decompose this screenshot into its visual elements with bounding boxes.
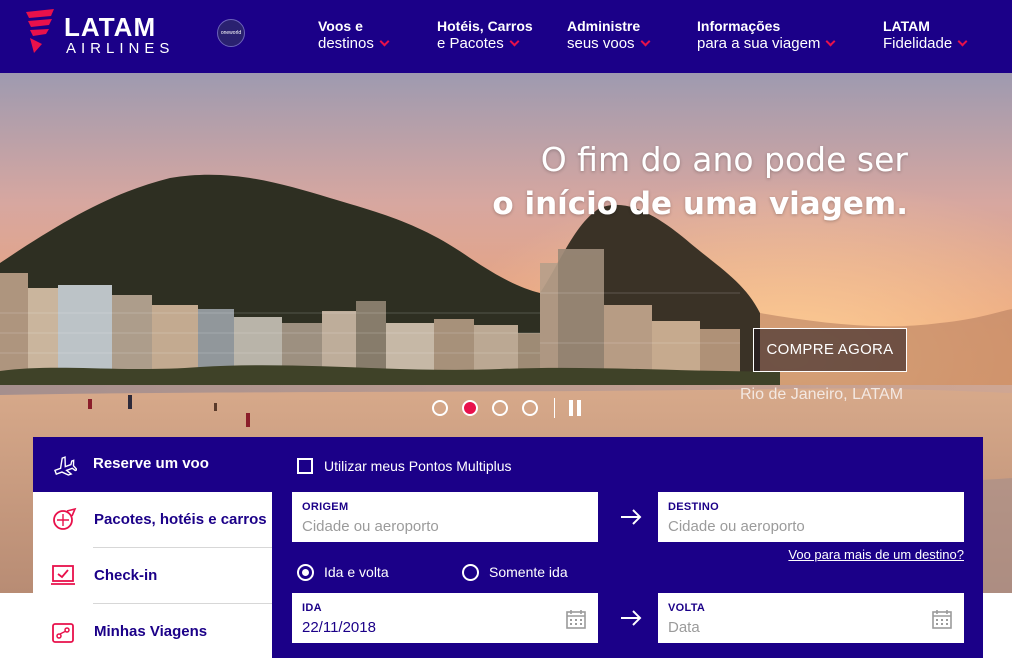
nav-label-line1: Hotéis, Carros: [437, 18, 533, 34]
destination-label: DESTINO: [668, 501, 719, 513]
calendar-icon[interactable]: [566, 609, 586, 629]
hero-headline-line1: O fim do ano pode ser: [540, 140, 908, 179]
nav-voos-destinos[interactable]: Voos e destinos: [318, 17, 390, 53]
calendar-icon[interactable]: [932, 609, 952, 629]
nav-label-line2: para a sua viagem: [697, 35, 821, 52]
pause-icon[interactable]: [568, 400, 584, 416]
tab-label: Check-in: [94, 567, 158, 584]
flight-search-form: Utilizar meus Pontos Multiplus ORIGEM Ci…: [272, 437, 983, 658]
origin-label: ORIGEM: [302, 501, 349, 513]
booking-tabs: Reserve um voo Pacotes, hotéis e carros …: [33, 437, 272, 658]
carousel-dot-3[interactable]: [492, 400, 508, 416]
depart-date-field[interactable]: IDA 22/11/2018: [292, 593, 598, 643]
chevron-down-icon: [957, 36, 968, 47]
tab-label: Minhas Viagens: [94, 623, 208, 640]
destination-input[interactable]: Cidade ou aeroporto: [668, 518, 805, 535]
nav-hoteis-carros-pacotes[interactable]: Hotéis, Carros e Pacotes: [437, 17, 533, 53]
nav-label-line2: e Pacotes: [437, 35, 504, 52]
origin-field[interactable]: ORIGEM Cidade ou aeroporto: [292, 492, 598, 542]
one-way-radio[interactable]: [462, 564, 479, 581]
airplane-icon: [54, 456, 77, 476]
destination-field[interactable]: DESTINO Cidade ou aeroporto: [658, 492, 964, 542]
checkin-icon: [51, 565, 75, 585]
nav-label-line1: LATAM: [883, 18, 930, 34]
tab-reserve-voo[interactable]: Reserve um voo: [33, 437, 272, 492]
arrow-right-icon: [621, 509, 642, 525]
tab-label: Pacotes, hotéis e carros: [94, 511, 267, 528]
one-way-label: Somente ida: [489, 564, 568, 580]
latam-logo-icon: [26, 9, 54, 53]
multi-destination-link[interactable]: Voo para mais de um destino?: [788, 547, 964, 562]
nav-latam-fidelidade[interactable]: LATAM Fidelidade: [883, 17, 968, 53]
nav-label-line1: Voos e: [318, 18, 363, 34]
multiplus-points-checkbox[interactable]: [297, 458, 313, 474]
depart-date-label: IDA: [302, 602, 322, 614]
nav-label-line2: Fidelidade: [883, 35, 953, 52]
round-trip-label: Ida e volta: [324, 564, 389, 580]
tab-pacotes-hoteis-carros[interactable]: Pacotes, hotéis e carros: [33, 492, 272, 548]
nav-label-line1: Administre: [567, 18, 641, 34]
nav-label-line2: destinos: [318, 35, 374, 52]
booking-tab-list: Pacotes, hotéis e carros Check-in Minhas…: [33, 492, 272, 658]
oneworld-logo[interactable]: oneworld: [217, 19, 245, 47]
carousel-divider: [554, 398, 555, 418]
compre-agora-button[interactable]: COMPRE AGORA: [753, 328, 907, 372]
tab-check-in[interactable]: Check-in: [33, 548, 272, 604]
package-icon: [53, 507, 77, 530]
chevron-down-icon: [640, 36, 650, 47]
carousel-dot-1[interactable]: [432, 400, 448, 416]
hero-headline-line2: o início de uma viagem.: [492, 186, 908, 222]
brand-name: LATAM: [64, 12, 157, 42]
brand-subtitle: AIRLINES: [66, 40, 175, 57]
carousel-dot-2[interactable]: [462, 400, 478, 416]
chevron-down-icon: [825, 36, 836, 47]
depart-date-input[interactable]: 22/11/2018: [302, 619, 376, 636]
nav-informacoes-viagem[interactable]: Informações para a sua viagem: [697, 17, 836, 53]
return-date-label: VOLTA: [668, 602, 706, 614]
arrow-right-icon: [621, 610, 642, 626]
return-date-input[interactable]: Data: [668, 619, 700, 636]
multiplus-points-label: Utilizar meus Pontos Multiplus: [324, 458, 512, 474]
hero-photo-caption: Rio de Janeiro, LATAM: [740, 386, 904, 403]
origin-input[interactable]: Cidade ou aeroporto: [302, 518, 439, 535]
round-trip-radio[interactable]: [297, 564, 314, 581]
chevron-down-icon: [509, 36, 520, 47]
carousel-dot-4[interactable]: [522, 400, 538, 416]
hero-headline: O fim do ano pode ser o início de uma vi…: [492, 138, 908, 226]
trips-icon: [52, 623, 74, 643]
latam-logo[interactable]: LATAM AIRLINES: [24, 8, 184, 64]
tab-label: Reserve um voo: [93, 455, 209, 472]
return-date-field[interactable]: VOLTA Data: [658, 593, 964, 643]
booking-widget: Reserve um voo Pacotes, hotéis e carros …: [33, 437, 983, 658]
nav-administre-voos[interactable]: Administre seus voos: [567, 17, 650, 53]
nav-label-line2: seus voos: [567, 35, 635, 52]
chevron-down-icon: [379, 36, 390, 47]
tab-minhas-viagens[interactable]: Minhas Viagens: [33, 604, 272, 658]
nav-label-line1: Informações: [697, 18, 781, 34]
top-nav-bar: LATAM AIRLINES oneworld Voos e destinos …: [0, 0, 1012, 73]
